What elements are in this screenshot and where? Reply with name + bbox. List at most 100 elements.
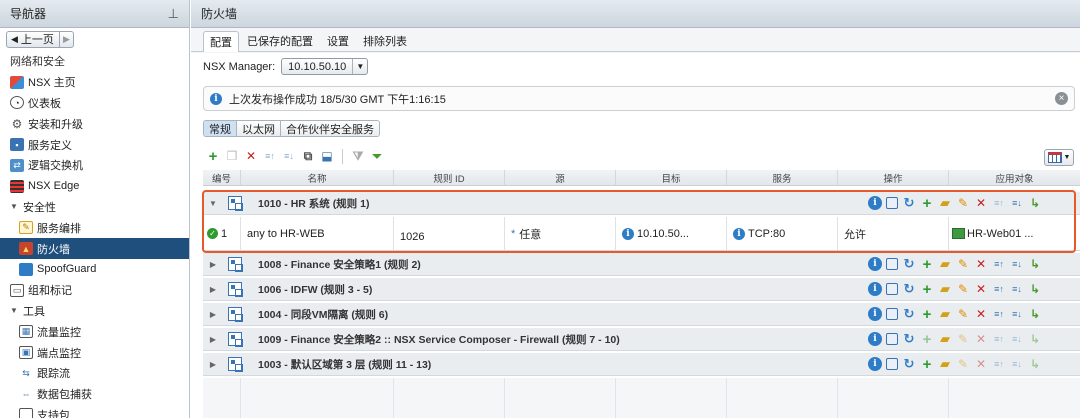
subtab-general[interactable]: 常规 <box>204 121 237 136</box>
forward-arrow-icon[interactable]: ▶ <box>58 31 73 47</box>
subtab-ethernet[interactable]: 以太网 <box>237 121 281 136</box>
add-icon[interactable]: + <box>920 306 934 323</box>
rule-name-cell[interactable]: any to HR-WEB <box>241 217 394 250</box>
add-section-folder-icon[interactable]: ▰ <box>938 256 952 271</box>
nav-group-tools[interactable]: ▼ 工具 <box>0 301 189 322</box>
section-row[interactable]: ▶ 1003 - 默认区域第 3 层 (规则 11 - 13) i ↻ + ▰ ✎ ✕ ≡↑… <box>203 353 1080 376</box>
pin-icon[interactable]: ⊥ <box>168 6 179 22</box>
col-action[interactable]: 操作 <box>838 170 949 185</box>
expand-triangle-icon[interactable]: ▶ <box>206 260 220 269</box>
collapse-triangle-icon[interactable]: ▼ <box>206 199 220 208</box>
nav-item-flow-monitoring[interactable]: ▦ 流量监控 <box>0 321 189 342</box>
add-section-folder-icon[interactable]: ▰ <box>938 331 952 346</box>
move-up-icon[interactable]: ≡↑ <box>992 196 1006 210</box>
add-icon[interactable]: + <box>920 331 934 348</box>
merge-arrow-icon[interactable]: ↳ <box>1028 332 1042 346</box>
delete-rule-icon[interactable]: ✕ <box>244 149 258 163</box>
move-down-icon[interactable]: ≡↓ <box>1010 332 1024 346</box>
nav-group-security[interactable]: ▼ 安全性 <box>0 197 189 218</box>
move-down-icon[interactable]: ≡↓ <box>1010 307 1024 321</box>
section-row[interactable]: ▶ 1009 - Finance 安全策略2 :: NSX Service Co… <box>203 328 1080 351</box>
pencil-icon[interactable]: ✎ <box>956 332 970 346</box>
col-rule-id[interactable]: 规则 ID <box>394 170 505 185</box>
info-icon[interactable]: i <box>868 307 882 321</box>
info-icon[interactable]: i <box>868 357 882 371</box>
back-button[interactable]: ◀ 上一页 ▶ <box>6 30 74 48</box>
info-icon[interactable]: i <box>868 196 882 210</box>
move-up-icon[interactable]: ≡↑ <box>992 307 1006 321</box>
add-rule-icon[interactable]: + <box>206 148 220 165</box>
save-icon[interactable] <box>886 283 898 295</box>
col-applied-to[interactable]: 应用对象 <box>949 170 1080 185</box>
move-up-icon[interactable]: ≡↑ <box>992 257 1006 271</box>
delete-icon[interactable]: ✕ <box>974 357 988 371</box>
nav-item-logical-switch[interactable]: ⇄ 逻辑交换机 <box>0 155 189 176</box>
tab-configuration[interactable]: 配置 <box>203 31 239 52</box>
col-service[interactable]: 服务 <box>727 170 838 185</box>
nav-item-traceflow[interactable]: ⇆ 跟踪流 <box>0 363 189 384</box>
add-icon[interactable]: + <box>920 195 934 212</box>
nav-item-support-bundle[interactable]: 支持包 <box>0 405 189 418</box>
add-icon[interactable]: + <box>920 356 934 373</box>
expand-triangle-icon[interactable]: ▶ <box>206 360 220 369</box>
nav-item-endpoint-monitoring[interactable]: ▣ 端点监控 <box>0 342 189 363</box>
check-icon[interactable]: ✓ <box>207 228 218 239</box>
close-icon[interactable]: × <box>1055 92 1068 105</box>
nav-item-dashboard[interactable]: ◔ 仪表板 <box>0 93 189 114</box>
refresh-icon[interactable]: ↻ <box>902 331 916 346</box>
nav-item-spoofguard[interactable]: SpoofGuard <box>0 259 189 280</box>
table-row[interactable]: ✓ 1 any to HR-WEB 1026 * 任意 i 10.10.50... i… <box>203 217 1080 251</box>
merge-arrow-icon[interactable]: ↳ <box>1028 357 1042 371</box>
pencil-icon[interactable]: ✎ <box>956 282 970 296</box>
merge-arrow-icon[interactable]: ↳ <box>1028 196 1042 210</box>
delete-icon[interactable]: ✕ <box>974 196 988 210</box>
filter-icon[interactable]: ⏷ <box>370 149 384 163</box>
tab-exclusion-list[interactable]: 排除列表 <box>357 31 413 51</box>
add-section-folder-icon[interactable]: ▰ <box>938 306 952 321</box>
section-row[interactable]: ▼ 1010 - HR 系统 (规则 1) i ↻ + ▰ ✎ ✕ ≡↑ ≡↓ … <box>203 192 1080 215</box>
expand-triangle-icon[interactable]: ▶ <box>206 285 220 294</box>
pencil-icon[interactable]: ✎ <box>956 196 970 210</box>
col-name[interactable]: 名称 <box>241 170 394 185</box>
column-chooser-button[interactable]: ▼ <box>1044 149 1074 166</box>
refresh-icon[interactable]: ↻ <box>902 281 916 296</box>
add-icon[interactable]: + <box>920 256 934 273</box>
save-icon[interactable] <box>886 197 898 209</box>
merge-arrow-icon[interactable]: ↳ <box>1028 282 1042 296</box>
col-destination[interactable]: 目标 <box>616 170 727 185</box>
add-section-icon[interactable]: ⧉ <box>301 149 315 163</box>
move-down-icon[interactable]: ≡↓ <box>282 149 296 163</box>
move-up-icon[interactable]: ≡↑ <box>992 357 1006 371</box>
nav-item-packet-capture[interactable]: ⇔ 数据包捕获 <box>0 384 189 405</box>
save-icon[interactable] <box>886 333 898 345</box>
nav-item-groups-tags[interactable]: ▭ 组和标记 <box>0 280 189 301</box>
refresh-icon[interactable]: ↻ <box>902 195 916 210</box>
nav-item-nsx-home[interactable]: NSX 主页 <box>0 72 189 93</box>
rule-destination-cell[interactable]: i 10.10.50... <box>616 217 727 250</box>
tab-settings[interactable]: 设置 <box>321 31 355 51</box>
rule-applied-to-cell[interactable]: HR-Web01 ... <box>949 217 1080 250</box>
refresh-icon[interactable]: ↻ <box>902 256 916 271</box>
section-row[interactable]: ▶ 1008 - Finance 安全策略1 (规则 2) i ↻ + ▰ ✎ ✕ ≡↑ ≡↓… <box>203 253 1080 276</box>
save-icon[interactable] <box>886 258 898 270</box>
nav-item-service-definition[interactable]: ▪ 服务定义 <box>0 134 189 155</box>
nav-item-firewall[interactable]: ▲ 防火墙 <box>0 238 189 259</box>
refresh-icon[interactable]: ↻ <box>902 356 916 371</box>
move-down-icon[interactable]: ≡↓ <box>1010 357 1024 371</box>
copy-rule-icon[interactable]: ❐ <box>225 149 239 163</box>
expand-triangle-icon[interactable]: ▶ <box>206 310 220 319</box>
info-icon[interactable]: i <box>868 332 882 346</box>
move-up-icon[interactable]: ≡↑ <box>992 332 1006 346</box>
move-down-icon[interactable]: ≡↓ <box>1010 257 1024 271</box>
delete-icon[interactable]: ✕ <box>974 282 988 296</box>
nav-item-service-composer[interactable]: ✎ 服务编排 <box>0 217 189 238</box>
expand-triangle-icon[interactable]: ▶ <box>206 335 220 344</box>
col-number[interactable]: 编号 <box>203 170 241 185</box>
delete-icon[interactable]: ✕ <box>974 307 988 321</box>
add-section-folder-icon[interactable]: ▰ <box>938 356 952 371</box>
rule-service-cell[interactable]: i TCP:80 <box>727 217 838 250</box>
nav-item-nsx-edge[interactable]: NSX Edge <box>0 176 189 197</box>
pencil-icon[interactable]: ✎ <box>956 307 970 321</box>
move-down-icon[interactable]: ≡↓ <box>1010 196 1024 210</box>
section-row[interactable]: ▶ 1006 - IDFW (规则 3 - 5) i ↻ + ▰ ✎ ✕ ≡↑ ≡↓ ↳ <box>203 278 1080 301</box>
